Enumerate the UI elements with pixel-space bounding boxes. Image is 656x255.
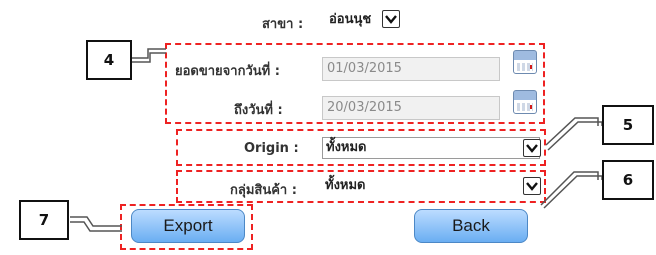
callout-7: 7 xyxy=(19,200,69,240)
callout-5: 5 xyxy=(602,105,654,145)
callout-6: 6 xyxy=(602,160,654,200)
connector-6 xyxy=(540,171,599,206)
callout-connectors xyxy=(70,48,603,232)
callout-4: 4 xyxy=(86,40,132,80)
